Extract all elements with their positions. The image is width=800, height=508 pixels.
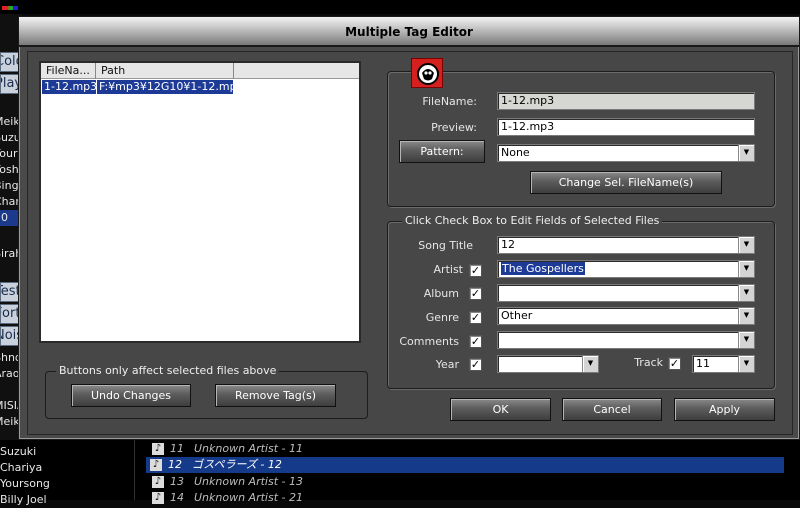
playlist-left-item[interactable]: Chariya (0, 460, 130, 476)
track-label: Track (634, 356, 663, 369)
artist-field[interactable]: The Gospellers ▼ (497, 260, 755, 278)
change-filenames-button[interactable]: Change Sel. FileName(s) (530, 171, 722, 194)
year-label: Year (435, 358, 459, 371)
music-note-icon: ♪ (152, 492, 164, 504)
chevron-down-icon[interactable]: ▼ (582, 356, 598, 372)
playlist-left-column: Suzuki Chariya Yoursong Billy Joel (0, 440, 135, 506)
chevron-down-icon[interactable]: ▼ (738, 332, 754, 348)
chevron-down-icon[interactable]: ▼ (738, 356, 754, 372)
tag-editor-icon (411, 58, 443, 88)
dialog-titlebar[interactable]: Multiple Tag Editor (19, 17, 799, 47)
chevron-down-icon[interactable]: ▼ (738, 308, 754, 324)
album-label: Album (423, 287, 459, 300)
playlist-left-item[interactable]: Billy Joel (0, 492, 130, 508)
preview-label: Preview: (431, 121, 477, 134)
playlist-left-item[interactable]: Suzuki (0, 444, 130, 460)
file-list-header: FileNa... Path (41, 63, 359, 79)
music-note-icon: ♪ (152, 476, 164, 488)
playlist-left-item[interactable]: Yoursong (0, 476, 130, 492)
genre-field[interactable]: Other ▼ (497, 307, 755, 325)
album-field[interactable]: ▼ (497, 284, 755, 302)
song-row[interactable]: ♪ 14 Unknown Artist - 21 (148, 490, 788, 506)
pattern-select[interactable]: None ▼ (497, 144, 755, 162)
music-note-icon: ♪ (150, 459, 162, 471)
track-field[interactable]: 11 ▼ (692, 355, 755, 373)
artist-checkbox[interactable]: ✓ (469, 264, 482, 277)
remove-tags-button[interactable]: Remove Tag(s) (215, 384, 336, 407)
genre-checkbox[interactable]: ✓ (469, 311, 482, 324)
comments-field[interactable]: ▼ (497, 331, 755, 349)
fields-group-legend: Click Check Box to Edit Fields of Select… (402, 214, 663, 227)
column-header-filename[interactable]: FileNa... (41, 63, 96, 79)
comments-checkbox[interactable]: ✓ (469, 335, 482, 348)
song-title-field[interactable]: 12 ▼ (497, 236, 755, 254)
chevron-down-icon[interactable]: ▼ (738, 145, 754, 161)
comments-label: Comments (399, 335, 459, 348)
group-legend: Buttons only affect selected files above (56, 364, 280, 377)
multiple-tag-editor-dialog: Multiple Tag Editor FileNa... Path 1-12.… (18, 16, 800, 440)
cancel-button[interactable]: Cancel (562, 398, 662, 421)
file-path-cell[interactable]: F:¥mp3¥12G10¥1-12.mp3 (97, 80, 233, 94)
file-name-cell[interactable]: 1-12.mp3 (42, 80, 96, 94)
album-checkbox[interactable]: ✓ (469, 287, 482, 300)
artist-label: Artist (433, 263, 463, 276)
dialog-title: Multiple Tag Editor (345, 25, 473, 39)
player-top-strip (0, 0, 800, 14)
column-header-path[interactable]: Path (96, 63, 234, 79)
chevron-down-icon[interactable]: ▼ (738, 285, 754, 301)
file-list-row[interactable]: 1-12.mp3 F:¥mp3¥12G10¥1-12.mp3 (41, 79, 359, 95)
song-row[interactable]: ♪ 13 Unknown Artist - 13 (148, 474, 788, 490)
apply-button[interactable]: Apply (674, 398, 775, 421)
preview-field[interactable]: 1-12.mp3 (497, 118, 755, 136)
pattern-button[interactable]: Pattern: (399, 140, 485, 163)
player-playlist-area: Suzuki Chariya Yoursong Billy Joel ♪ 11 Un… (0, 440, 800, 506)
file-list[interactable]: FileNa... Path 1-12.mp3 F:¥mp3¥12G10¥1-1… (39, 61, 361, 343)
undo-changes-button[interactable]: Undo Changes (71, 384, 191, 407)
year-checkbox[interactable]: ✓ (469, 358, 482, 371)
chevron-down-icon[interactable]: ▼ (738, 237, 754, 253)
song-row-selected[interactable]: ♪ 12 ゴスペラーズ - 12 (146, 457, 784, 473)
track-checkbox[interactable]: ✓ (668, 357, 681, 370)
chevron-down-icon[interactable]: ▼ (738, 261, 754, 277)
song-row[interactable]: ♪ 11 Unknown Artist - 11 (148, 441, 788, 457)
music-note-icon: ♪ (152, 443, 164, 455)
filename-field: 1-12.mp3 (497, 92, 755, 110)
ok-button[interactable]: OK (450, 398, 551, 421)
song-title-label: Song Title (418, 239, 473, 252)
color-marker (2, 6, 18, 10)
filename-label: FileName: (422, 95, 477, 108)
pattern-select-value: None (501, 146, 530, 159)
year-field[interactable]: ▼ (497, 355, 599, 373)
genre-label: Genre (425, 311, 459, 324)
